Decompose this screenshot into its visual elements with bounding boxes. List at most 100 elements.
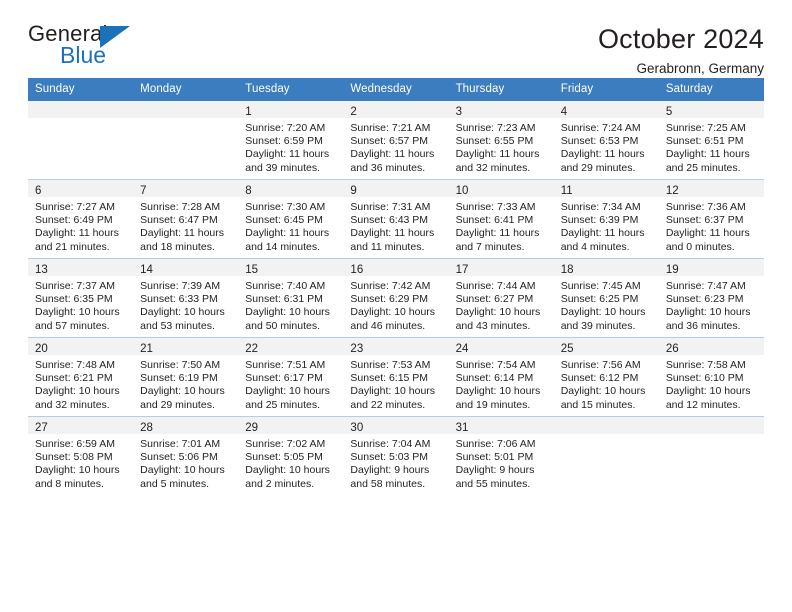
daylight-text-line2: and 22 minutes. <box>350 398 426 411</box>
day-details: Sunrise: 7:34 AM Sunset: 6:39 PM Dayligh… <box>554 197 659 254</box>
calendar-day-cell[interactable]: 16 Sunrise: 7:42 AM Sunset: 6:29 PM Dayl… <box>343 258 449 338</box>
calendar-day-cell[interactable]: 12 Sunrise: 7:36 AM Sunset: 6:37 PM Dayl… <box>658 179 764 259</box>
daylight-text-line1: Daylight: 11 hours <box>245 227 330 240</box>
sunset-text: Sunset: 6:15 PM <box>350 372 429 385</box>
day-details: Sunrise: 7:36 AM Sunset: 6:37 PM Dayligh… <box>659 197 764 254</box>
calendar-day-cell[interactable] <box>553 416 659 495</box>
daylight-text-line1: Daylight: 10 hours <box>245 385 330 398</box>
calendar-day-cell[interactable]: 4 Sunrise: 7:24 AM Sunset: 6:53 PM Dayli… <box>553 101 659 180</box>
day-number: 23 <box>350 343 364 355</box>
weekday-header-row: Sunday Monday Tuesday Wednesday Thursday… <box>28 78 764 101</box>
calendar-day-cell[interactable]: 31 Sunrise: 7:06 AM Sunset: 5:01 PM Dayl… <box>448 416 554 495</box>
calendar-day-cell[interactable]: 30 Sunrise: 7:04 AM Sunset: 5:03 PM Dayl… <box>343 416 449 495</box>
calendar-day-cell[interactable] <box>28 101 134 180</box>
day-cell-inner: 29 Sunrise: 7:02 AM Sunset: 5:05 PM Dayl… <box>238 417 344 495</box>
daylight-text-line2: and 7 minutes. <box>455 240 525 253</box>
calendar-day-cell[interactable]: 22 Sunrise: 7:51 AM Sunset: 6:17 PM Dayl… <box>238 337 344 417</box>
sunset-text: Sunset: 5:05 PM <box>245 451 323 464</box>
daylight-text-line1: Daylight: 11 hours <box>560 148 645 161</box>
daylight-text-line2: and 32 minutes. <box>455 161 531 174</box>
calendar-day-cell[interactable]: 7 Sunrise: 7:28 AM Sunset: 6:47 PM Dayli… <box>133 179 239 259</box>
day-details: Sunrise: 7:02 AM Sunset: 5:05 PM Dayligh… <box>238 434 343 491</box>
day-number-band: 2 <box>343 101 449 118</box>
calendar-day-cell[interactable]: 8 Sunrise: 7:30 AM Sunset: 6:45 PM Dayli… <box>238 179 344 259</box>
sunrise-text: Sunrise: 6:59 AM <box>35 438 115 450</box>
calendar-day-cell[interactable]: 28 Sunrise: 7:01 AM Sunset: 5:06 PM Dayl… <box>133 416 239 495</box>
calendar-day-cell[interactable]: 20 Sunrise: 7:48 AM Sunset: 6:21 PM Dayl… <box>28 337 134 417</box>
calendar-day-cell[interactable]: 14 Sunrise: 7:39 AM Sunset: 6:33 PM Dayl… <box>133 258 239 338</box>
daylight-text-line2: and 57 minutes. <box>35 319 110 332</box>
calendar-day-cell[interactable]: 15 Sunrise: 7:40 AM Sunset: 6:31 PM Dayl… <box>238 258 344 338</box>
sunrise-text: Sunrise: 7:42 AM <box>350 280 431 292</box>
day-number: 2 <box>350 106 357 118</box>
day-details: Sunrise: 7:06 AM Sunset: 5:01 PM Dayligh… <box>449 434 554 491</box>
day-cell-inner: 4 Sunrise: 7:24 AM Sunset: 6:53 PM Dayli… <box>553 101 659 179</box>
daylight-text-line1: Daylight: 10 hours <box>665 306 751 319</box>
day-number: 25 <box>560 343 574 355</box>
calendar-day-cell[interactable]: 19 Sunrise: 7:47 AM Sunset: 6:23 PM Dayl… <box>658 258 764 338</box>
calendar-day-cell[interactable]: 3 Sunrise: 7:23 AM Sunset: 6:55 PM Dayli… <box>448 101 554 180</box>
day-details: Sunrise: 7:42 AM Sunset: 6:29 PM Dayligh… <box>343 276 448 333</box>
day-details: Sunrise: 7:40 AM Sunset: 6:31 PM Dayligh… <box>238 276 343 333</box>
day-number: 9 <box>350 185 357 197</box>
calendar-day-cell[interactable]: 24 Sunrise: 7:54 AM Sunset: 6:14 PM Dayl… <box>448 337 554 417</box>
day-number: 14 <box>140 264 153 276</box>
day-details: Sunrise: 7:25 AM Sunset: 6:51 PM Dayligh… <box>659 118 764 175</box>
daylight-text-line2: and 53 minutes. <box>140 319 215 332</box>
day-number-band: 18 <box>553 259 659 276</box>
calendar-day-cell[interactable]: 11 Sunrise: 7:34 AM Sunset: 6:39 PM Dayl… <box>553 179 659 259</box>
calendar-day-cell[interactable]: 6 Sunrise: 7:27 AM Sunset: 6:49 PM Dayli… <box>28 179 134 259</box>
calendar-day-cell[interactable]: 27 Sunrise: 6:59 AM Sunset: 5:08 PM Dayl… <box>28 416 134 495</box>
sunrise-text: Sunrise: 7:04 AM <box>350 438 431 450</box>
day-details: Sunrise: 7:50 AM Sunset: 6:19 PM Dayligh… <box>133 355 238 412</box>
day-details <box>133 118 238 122</box>
day-number: 4 <box>560 106 568 118</box>
sunset-text: Sunset: 6:55 PM <box>455 135 534 148</box>
calendar-day-cell[interactable]: 17 Sunrise: 7:44 AM Sunset: 6:27 PM Dayl… <box>448 258 554 338</box>
calendar-day-cell[interactable]: 23 Sunrise: 7:53 AM Sunset: 6:15 PM Dayl… <box>343 337 449 417</box>
daylight-text-line1: Daylight: 9 hours <box>350 464 430 477</box>
calendar-day-cell[interactable]: 26 Sunrise: 7:58 AM Sunset: 6:10 PM Dayl… <box>658 337 764 417</box>
day-number-band: 30 <box>343 417 449 434</box>
day-number-band: 5 <box>658 101 764 118</box>
day-number: 12 <box>665 185 679 197</box>
daylight-text-line1: Daylight: 11 hours <box>560 227 645 240</box>
sunrise-text: Sunrise: 7:31 AM <box>350 201 431 213</box>
calendar-week-row: 13 Sunrise: 7:37 AM Sunset: 6:35 PM Dayl… <box>28 258 764 338</box>
calendar-day-cell[interactable]: 21 Sunrise: 7:50 AM Sunset: 6:19 PM Dayl… <box>133 337 239 417</box>
calendar-day-cell[interactable]: 5 Sunrise: 7:25 AM Sunset: 6:51 PM Dayli… <box>658 101 764 180</box>
title-block: October 2024 Gerabronn, Germany <box>598 22 764 80</box>
calendar-day-cell[interactable] <box>133 101 239 180</box>
day-details: Sunrise: 7:20 AM Sunset: 6:59 PM Dayligh… <box>238 118 343 175</box>
calendar-day-cell[interactable]: 18 Sunrise: 7:45 AM Sunset: 6:25 PM Dayl… <box>553 258 659 338</box>
calendar-day-cell[interactable]: 9 Sunrise: 7:31 AM Sunset: 6:43 PM Dayli… <box>343 179 449 259</box>
day-details: Sunrise: 7:28 AM Sunset: 6:47 PM Dayligh… <box>133 197 238 254</box>
calendar-day-cell[interactable]: 13 Sunrise: 7:37 AM Sunset: 6:35 PM Dayl… <box>28 258 134 338</box>
calendar-day-cell[interactable]: 29 Sunrise: 7:02 AM Sunset: 5:05 PM Dayl… <box>238 416 344 495</box>
calendar-day-cell[interactable]: 10 Sunrise: 7:33 AM Sunset: 6:41 PM Dayl… <box>448 179 554 259</box>
calendar-day-cell[interactable] <box>658 416 764 495</box>
sunrise-text: Sunrise: 7:48 AM <box>35 359 115 371</box>
daylight-text-line2: and 29 minutes. <box>560 161 636 174</box>
daylight-text-line2: and 4 minutes. <box>560 240 630 253</box>
calendar-day-cell[interactable]: 2 Sunrise: 7:21 AM Sunset: 6:57 PM Dayli… <box>343 101 449 180</box>
day-details: Sunrise: 7:24 AM Sunset: 6:53 PM Dayligh… <box>554 118 659 175</box>
day-details: Sunrise: 7:37 AM Sunset: 6:35 PM Dayligh… <box>28 276 133 333</box>
sunrise-text: Sunrise: 7:56 AM <box>560 359 641 371</box>
sunset-text: Sunset: 6:21 PM <box>35 372 113 385</box>
calendar-day-cell[interactable]: 25 Sunrise: 7:56 AM Sunset: 6:12 PM Dayl… <box>553 337 659 417</box>
sunrise-text: Sunrise: 7:24 AM <box>560 122 641 134</box>
day-number: 27 <box>35 422 48 434</box>
day-cell-inner: 13 Sunrise: 7:37 AM Sunset: 6:35 PM Dayl… <box>28 259 134 337</box>
day-number-band: 9 <box>343 180 449 197</box>
calendar-day-cell[interactable]: 1 Sunrise: 7:20 AM Sunset: 6:59 PM Dayli… <box>238 101 344 180</box>
daylight-text-line2: and 15 minutes. <box>560 398 636 411</box>
day-cell-inner: 26 Sunrise: 7:58 AM Sunset: 6:10 PM Dayl… <box>658 338 764 416</box>
brand-logo[interactable]: General Blue <box>28 22 148 70</box>
day-details <box>28 118 133 122</box>
day-number: 15 <box>245 264 259 276</box>
daylight-text-line2: and 39 minutes. <box>560 319 636 332</box>
daylight-text-line1: Daylight: 11 hours <box>245 148 330 161</box>
day-details <box>659 434 764 438</box>
sunrise-text: Sunrise: 7:33 AM <box>455 201 536 213</box>
